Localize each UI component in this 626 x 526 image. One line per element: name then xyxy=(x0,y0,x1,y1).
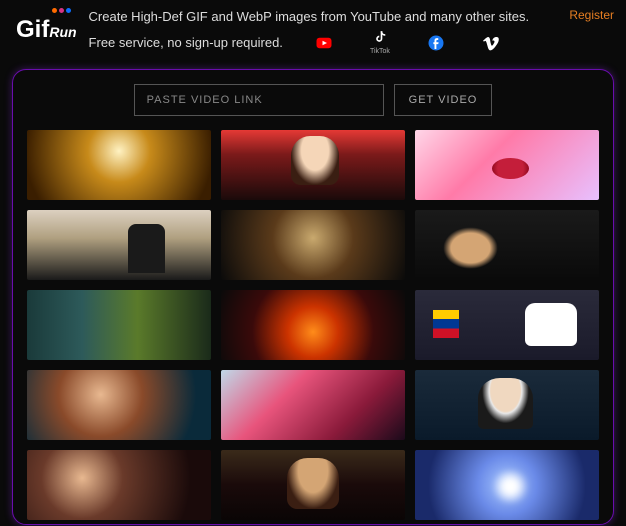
main-panel: GET VIDEO xyxy=(12,69,614,525)
thumbnail[interactable] xyxy=(221,370,405,440)
get-video-button[interactable]: GET VIDEO xyxy=(394,84,493,116)
thumbnail[interactable] xyxy=(27,130,211,200)
thumbnail[interactable] xyxy=(27,370,211,440)
input-row: GET VIDEO xyxy=(27,84,599,116)
thumbnail[interactable] xyxy=(221,450,405,520)
thumbnail[interactable] xyxy=(27,210,211,280)
thumbnail[interactable] xyxy=(221,290,405,360)
thumbnail[interactable] xyxy=(415,210,599,280)
thumbnail[interactable] xyxy=(221,130,405,200)
logo-dots xyxy=(52,8,71,13)
logo-gif: Gif xyxy=(16,16,49,43)
register-link[interactable]: Register xyxy=(569,8,614,22)
video-link-input[interactable] xyxy=(134,84,384,116)
thumbnail-grid xyxy=(27,130,599,520)
facebook-icon[interactable] xyxy=(421,34,451,52)
thumbnail[interactable] xyxy=(221,210,405,280)
header: GifRun Create High-Def GIF and WebP imag… xyxy=(0,0,626,65)
header-text: Create High-Def GIF and WebP images from… xyxy=(89,8,558,57)
logo[interactable]: GifRun xyxy=(16,8,77,44)
tiktok-icon[interactable]: TikTok xyxy=(365,29,395,57)
tagline-line2: Free service, no sign-up required. xyxy=(89,34,283,52)
logo-text: GifRun xyxy=(16,16,77,44)
logo-run: Run xyxy=(49,24,76,40)
tagline-line1: Create High-Def GIF and WebP images from… xyxy=(89,8,558,26)
thumbnail[interactable] xyxy=(27,450,211,520)
vimeo-icon[interactable] xyxy=(477,34,507,52)
thumbnail[interactable] xyxy=(415,370,599,440)
tiktok-label: TikTok xyxy=(370,47,390,57)
thumbnail[interactable] xyxy=(415,130,599,200)
thumbnail[interactable] xyxy=(415,290,599,360)
thumbnail[interactable] xyxy=(27,290,211,360)
thumbnail[interactable] xyxy=(415,450,599,520)
youtube-icon[interactable] xyxy=(309,34,339,52)
